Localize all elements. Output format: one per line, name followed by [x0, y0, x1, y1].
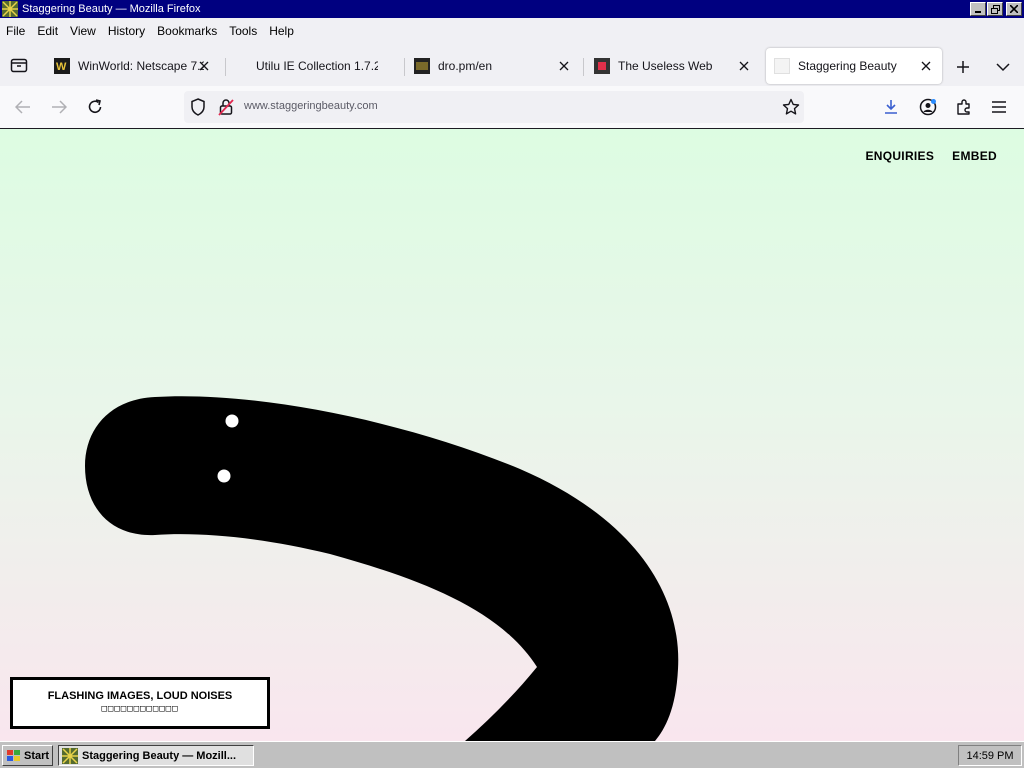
creature-eye-upper: [225, 414, 239, 428]
menu-help[interactable]: Help: [263, 18, 300, 44]
back-button[interactable]: [12, 96, 34, 118]
restore-button[interactable]: [987, 2, 1003, 16]
bookmark-star-icon[interactable]: [782, 98, 800, 116]
start-label: Start: [24, 749, 50, 762]
minimize-icon: [975, 11, 981, 13]
tab-staggering-beauty[interactable]: Staggering Beauty: [766, 48, 942, 84]
useless-web-icon: [594, 58, 610, 74]
system-tray-clock[interactable]: 14:59 PM: [958, 745, 1022, 766]
close-tab-button[interactable]: [736, 58, 752, 74]
arrow-right-icon: [52, 100, 67, 114]
hamburger-menu-icon: [992, 101, 1006, 113]
close-icon: [739, 61, 749, 71]
clock-text: 14:59 PM: [966, 749, 1014, 762]
menu-bookmarks[interactable]: Bookmarks: [151, 18, 223, 44]
menu-bar: File Edit View History Bookmarks Tools H…: [0, 18, 1024, 44]
close-tab-button[interactable]: [556, 58, 572, 74]
firefox-app-icon: [62, 747, 78, 764]
tab-label: Staggering Beauty: [798, 59, 897, 73]
blank-page-icon: [774, 58, 790, 74]
insecure-lock-icon[interactable]: [218, 98, 234, 116]
menu-history[interactable]: History: [102, 18, 151, 44]
menu-view[interactable]: View: [64, 18, 102, 44]
url-bar[interactable]: www.staggeringbeauty.com: [184, 91, 804, 123]
taskbar-item-firefox[interactable]: Staggering Beauty — Mozill...: [58, 745, 254, 766]
restore-icon: [990, 4, 1000, 14]
tab-winworld[interactable]: W WinWorld: Netscape 7.2 /: [46, 48, 220, 84]
tab-label: WinWorld: Netscape 7.2 /: [78, 59, 204, 73]
warning-text: FLASHING IMAGES, LOUD NOISES: [47, 690, 233, 702]
url-text[interactable]: www.staggeringbeauty.com: [244, 100, 378, 112]
tab-utilu[interactable]: Utilu IE Collection 1.7.2.1: [230, 48, 404, 84]
menu-edit[interactable]: Edit: [31, 18, 64, 44]
warning-banner: FLASHING IMAGES, LOUD NOISES □□□□□□□□□□□…: [10, 677, 270, 729]
firefox-view-icon: [10, 58, 28, 73]
plus-icon: [957, 61, 969, 73]
firefox-app-icon: [2, 1, 18, 17]
dropm-icon: [414, 58, 430, 74]
close-icon: [559, 61, 569, 71]
tab-useless-web[interactable]: The Useless Web: [586, 48, 760, 84]
puzzle-piece-icon: [957, 99, 970, 115]
staggering-beauty-creature[interactable]: [0, 129, 1024, 741]
creature-eye-lower: [217, 469, 231, 483]
reload-button[interactable]: [84, 96, 106, 118]
taskbar-item-label: Staggering Beauty — Mozill...: [82, 749, 237, 762]
new-tab-button[interactable]: [952, 56, 974, 78]
winworld-icon: W: [54, 58, 70, 74]
tab-label: dro.pm/en: [438, 59, 493, 73]
close-icon: [921, 61, 931, 71]
close-tab-button[interactable]: [196, 58, 212, 74]
tab-label: Utilu IE Collection 1.7.2.1: [256, 59, 378, 73]
arrow-left-icon: [15, 100, 30, 114]
tab-bar: W WinWorld: Netscape 7.2 / Utilu IE Coll…: [0, 44, 1024, 86]
warning-subtext: □□□□□□□□□□□□: [101, 704, 179, 714]
reload-icon: [88, 99, 102, 113]
menu-tools[interactable]: Tools: [223, 18, 263, 44]
download-icon: [885, 100, 897, 114]
close-window-button[interactable]: [1006, 2, 1022, 16]
web-page-content[interactable]: ENQUIRIES EMBED FLASHING IMAGES, LOUD NO…: [0, 129, 1024, 741]
forward-button[interactable]: [48, 96, 70, 118]
list-all-tabs-button[interactable]: [992, 56, 1014, 78]
close-icon: [1010, 5, 1018, 13]
account-button[interactable]: [917, 96, 939, 118]
start-button[interactable]: Start: [2, 745, 53, 766]
windows-logo-icon: [7, 749, 20, 761]
navigation-toolbar: www.staggeringbeauty.com: [0, 86, 1024, 129]
tab-label: The Useless Web: [618, 59, 713, 73]
taskbar: Start Staggering Beauty — Mozill... 14:5…: [0, 741, 1024, 768]
window-title: Staggering Beauty — Mozilla Firefox: [22, 3, 201, 15]
shield-icon[interactable]: [190, 98, 206, 116]
downloads-button[interactable]: [880, 96, 902, 118]
extensions-button[interactable]: [953, 96, 975, 118]
menu-file[interactable]: File: [0, 18, 31, 44]
app-menu-button[interactable]: [988, 96, 1010, 118]
close-tab-button[interactable]: [918, 58, 934, 74]
minimize-button[interactable]: [970, 2, 986, 16]
firefox-view-button[interactable]: [8, 54, 30, 76]
chevron-down-icon: [996, 63, 1010, 72]
svg-text:W: W: [56, 61, 67, 73]
close-icon: [199, 61, 209, 71]
tab-dropm[interactable]: dro.pm/en: [406, 48, 580, 84]
account-icon: [919, 98, 937, 116]
window-titlebar[interactable]: Staggering Beauty — Mozilla Firefox: [0, 0, 1024, 18]
